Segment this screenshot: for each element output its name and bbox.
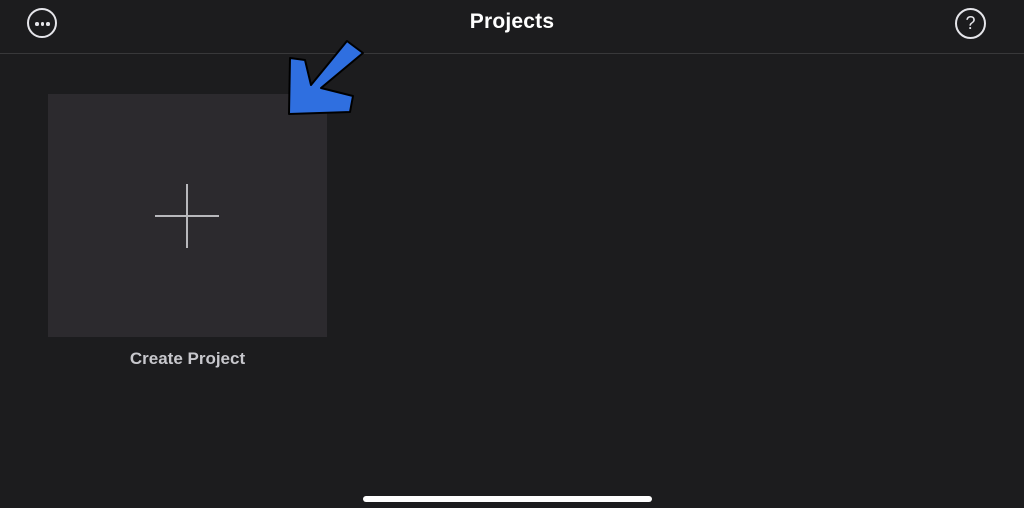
create-project-label: Create Project xyxy=(129,349,246,368)
imovie-projects-screen: Projects ? Create Project xyxy=(0,0,1024,508)
page-title: Projects xyxy=(469,10,555,33)
help-button[interactable]: ? xyxy=(955,8,986,39)
home-indicator[interactable] xyxy=(363,496,652,502)
plus-icon xyxy=(155,184,219,248)
navigation-bar: Projects ? xyxy=(0,0,1024,54)
question-mark-icon: ? xyxy=(965,13,976,33)
create-project-tile[interactable] xyxy=(48,94,327,337)
arrow-pointer-icon xyxy=(288,40,364,115)
